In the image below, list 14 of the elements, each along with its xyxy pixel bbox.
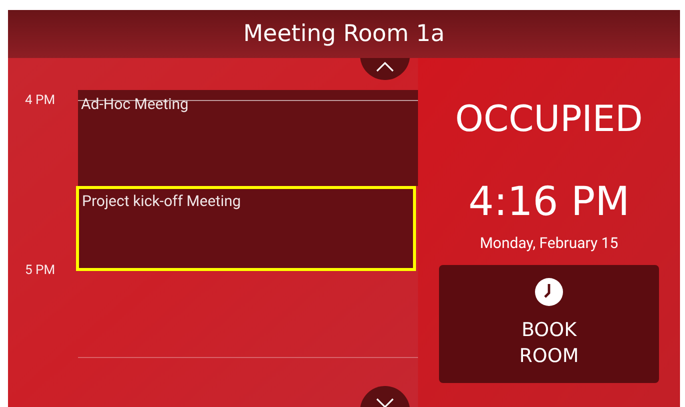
clock-icon xyxy=(534,276,564,306)
meeting-block[interactable]: Project kick-off Meeting xyxy=(76,186,416,271)
book-room-button[interactable]: BOOK ROOM xyxy=(439,264,659,382)
current-date: Monday, February 15 xyxy=(480,233,618,254)
meeting-block[interactable]: Ad-Hoc Meeting xyxy=(78,90,418,186)
hour-label: 4 PM xyxy=(25,92,56,110)
meeting-title: Ad-Hoc Meeting xyxy=(81,94,190,115)
chevron-up-icon xyxy=(376,62,394,72)
current-time: 4:16 PM xyxy=(468,182,630,222)
room-title: Meeting Room 1a xyxy=(243,20,445,49)
chevron-down-icon xyxy=(376,398,394,407)
status-label: OCCUPIED xyxy=(455,102,643,138)
hour-label: 5 PM xyxy=(25,262,56,280)
meeting-title: Project kick-off Meeting xyxy=(82,191,242,212)
